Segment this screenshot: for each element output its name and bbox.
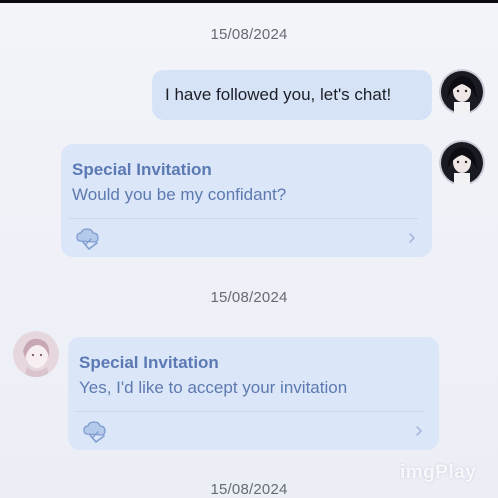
user-avatar-image: [439, 140, 485, 186]
cloud-hand-icon: [83, 421, 106, 443]
contact-avatar[interactable]: [13, 331, 59, 377]
message-timestamp: 15/08/2024: [210, 289, 288, 306]
invitation-body: Would you be my confidant?: [72, 185, 287, 204]
chat-screen: 15/08/2024 I have followed you, let's ch…: [0, 0, 498, 498]
watermark: imgPlay: [400, 462, 477, 483]
outgoing-message-bubble[interactable]: I have followed you, let's chat!: [152, 70, 432, 120]
cloud-hand-icon: [76, 228, 99, 250]
card-divider: [76, 411, 425, 412]
contact-avatar-image: [13, 331, 59, 377]
chevron-right-icon[interactable]: [415, 425, 423, 437]
invitation-card[interactable]: Special Invitation Yes, I'd like to acce…: [68, 337, 439, 450]
chevron-right-icon[interactable]: [408, 232, 416, 244]
message-text: I have followed you, let's chat!: [165, 85, 392, 104]
card-divider: [69, 218, 418, 219]
user-avatar[interactable]: [439, 69, 485, 115]
invitation-title: Special Invitation: [72, 160, 212, 179]
invitation-card[interactable]: Special Invitation Would you be my confi…: [61, 144, 432, 257]
message-timestamp: 15/08/2024: [210, 26, 288, 43]
invitation-title: Special Invitation: [79, 353, 219, 372]
user-avatar-image: [439, 69, 485, 115]
invitation-body: Yes, I'd like to accept your invitation: [79, 378, 348, 397]
top-edge: [0, 0, 498, 3]
user-avatar[interactable]: [439, 140, 485, 186]
